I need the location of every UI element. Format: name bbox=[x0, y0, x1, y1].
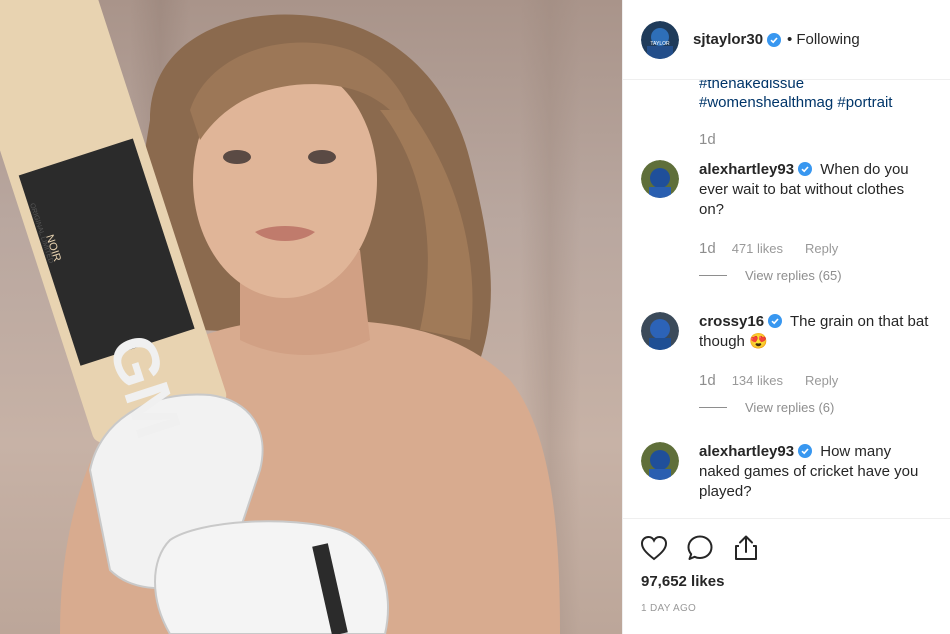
batting-glove-lower bbox=[154, 520, 389, 634]
commenter-avatar[interactable] bbox=[641, 160, 679, 198]
commenter-avatar[interactable] bbox=[641, 442, 679, 480]
verified-badge-icon bbox=[798, 162, 813, 176]
verified-badge-icon bbox=[798, 444, 813, 458]
replies-divider-line bbox=[699, 407, 727, 408]
comment-age[interactable]: 1d bbox=[699, 240, 716, 257]
comment-likes[interactable]: 134 likes bbox=[732, 373, 783, 388]
comment-meta: 1d 134 likes Reply bbox=[699, 372, 838, 389]
post-header: TAYLOR sjtaylor30 • Following bbox=[623, 0, 950, 80]
heart-eyes-emoji: 😍 bbox=[749, 333, 768, 350]
author-username[interactable]: sjtaylor30 bbox=[693, 31, 763, 48]
replies-divider-line bbox=[699, 275, 727, 276]
comment-likes[interactable]: 471 likes bbox=[732, 241, 783, 256]
post-side-panel: TAYLOR sjtaylor30 • Following #thenakedi… bbox=[622, 0, 950, 634]
heart-icon[interactable] bbox=[639, 533, 669, 563]
comment-text: alexhartley93 When do you ever wait to b… bbox=[699, 160, 933, 220]
following-button[interactable]: Following bbox=[796, 31, 859, 48]
view-replies-button[interactable]: View replies (6) bbox=[699, 400, 834, 415]
comment-text: crossy16 The grain on that bat though 😍 bbox=[699, 312, 933, 352]
verified-badge-icon bbox=[768, 314, 783, 328]
view-replies-label: View replies (6) bbox=[745, 400, 835, 415]
commenter-avatar-image bbox=[641, 442, 679, 480]
reply-button[interactable]: Reply bbox=[805, 373, 838, 388]
share-icon[interactable] bbox=[731, 533, 761, 563]
left-eye bbox=[223, 150, 251, 164]
comment-age[interactable]: 1d bbox=[699, 372, 716, 389]
reply-button[interactable]: Reply bbox=[805, 241, 838, 256]
separator-dot: • bbox=[787, 31, 793, 48]
hashtag-thenakedissue[interactable]: #thenakedissue bbox=[699, 80, 892, 93]
author-avatar[interactable]: TAYLOR bbox=[641, 20, 679, 59]
post-photo[interactable]: GM NOIR ORIGINAL LIMITED bbox=[0, 0, 622, 634]
caption-hashtags: #thenakedissue #womenshealthmag #portrai… bbox=[699, 80, 892, 112]
commenter-avatar[interactable] bbox=[641, 312, 679, 350]
hashtag-portrait[interactable]: #portrait bbox=[837, 94, 892, 111]
verified-badge-icon bbox=[767, 32, 782, 47]
post-actions-area: 97,652 likes 1 DAY AGO bbox=[623, 518, 950, 634]
post-timestamp[interactable]: 1 DAY AGO bbox=[641, 603, 696, 614]
commenter-avatar-image bbox=[641, 160, 679, 198]
photo-illustration: GM NOIR ORIGINAL LIMITED bbox=[0, 0, 560, 634]
view-replies-button[interactable]: View replies (65) bbox=[699, 268, 842, 283]
comment-username[interactable]: crossy16 bbox=[699, 313, 764, 330]
comment-username[interactable]: alexhartley93 bbox=[699, 443, 794, 460]
caption-timestamp[interactable]: 1d bbox=[699, 131, 716, 148]
comment-text: alexhartley93 How many naked games of cr… bbox=[699, 442, 933, 502]
action-icons bbox=[639, 533, 777, 563]
comment-username[interactable]: alexhartley93 bbox=[699, 161, 794, 178]
avatar-jersey-text: TAYLOR bbox=[650, 41, 670, 47]
right-eye bbox=[308, 150, 336, 164]
likes-count[interactable]: 97,652 likes bbox=[641, 573, 724, 590]
hashtag-womenshealthmag[interactable]: #womenshealthmag bbox=[699, 94, 833, 111]
author-avatar-image: TAYLOR bbox=[641, 20, 679, 59]
comment-meta: 1d 471 likes Reply bbox=[699, 240, 838, 257]
comment-icon[interactable] bbox=[685, 533, 715, 563]
instagram-post: GM NOIR ORIGINAL LIMITED TAYLOR sjtaylor… bbox=[0, 0, 950, 634]
comments-list[interactable]: #thenakedissue #womenshealthmag #portrai… bbox=[623, 80, 950, 518]
commenter-avatar-image bbox=[641, 312, 679, 350]
view-replies-label: View replies (65) bbox=[745, 268, 842, 283]
